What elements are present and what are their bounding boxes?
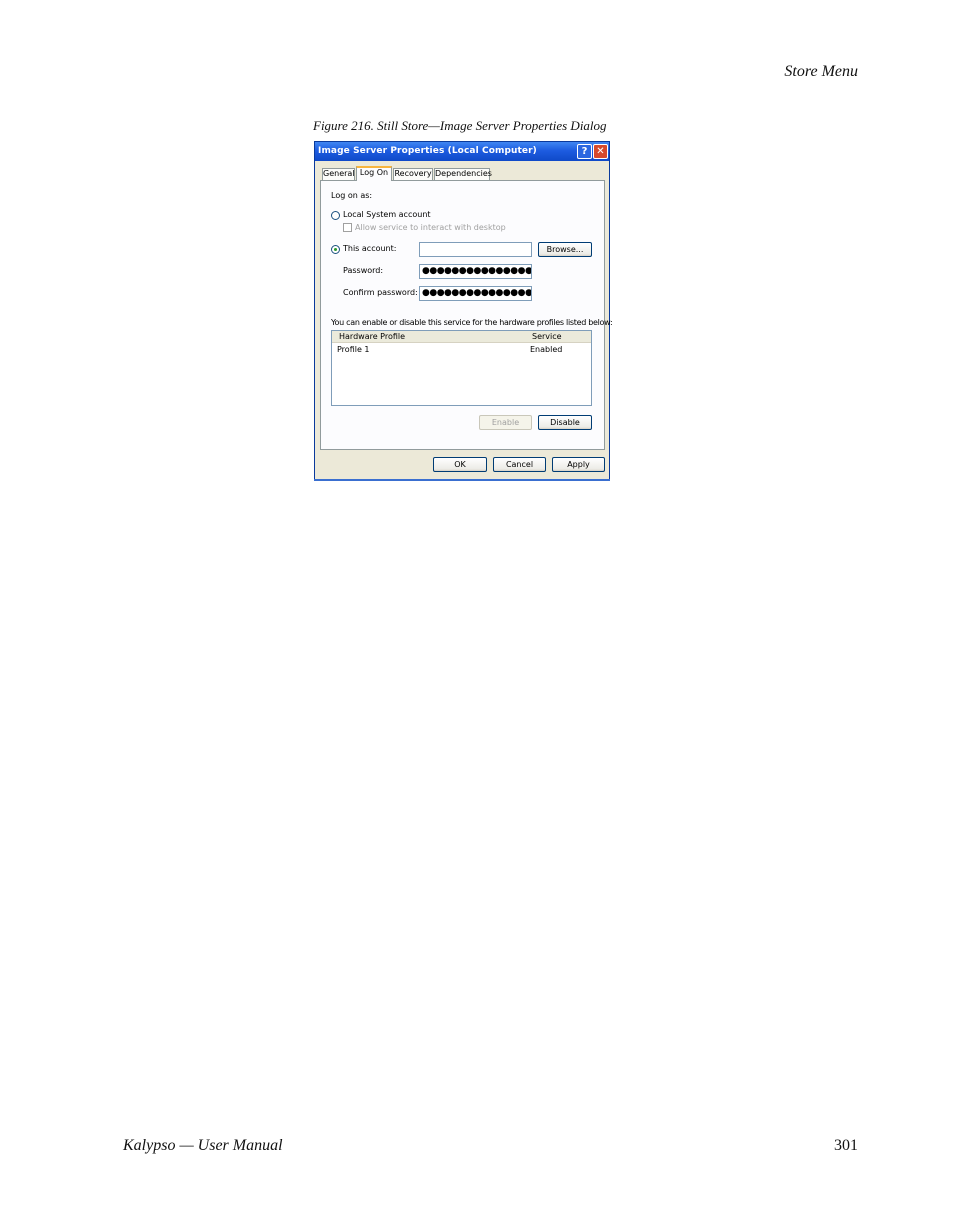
dialog-title: Image Server Properties (Local Computer) xyxy=(318,146,537,156)
profiles-note: You can enable or disable this service f… xyxy=(331,318,613,327)
apply-button[interactable]: Apply xyxy=(552,457,605,472)
footer-manual-title: Kalypso — User Manual xyxy=(123,1137,283,1154)
column-service[interactable]: Service xyxy=(532,332,562,341)
password-field[interactable]: ●●●●●●●●●●●●●●● xyxy=(419,264,532,279)
allow-interact-label: Allow service to interact with desktop xyxy=(355,223,506,232)
logon-as-label: Log on as: xyxy=(331,191,373,200)
column-hardware-profile[interactable]: Hardware Profile xyxy=(339,332,405,341)
profile-cell: Profile 1 xyxy=(337,345,370,354)
hardware-profiles-list[interactable]: Hardware Profile Service Profile 1 Enabl… xyxy=(331,330,592,406)
confirm-password-label: Confirm password: xyxy=(343,288,418,297)
section-header: Store Menu xyxy=(784,63,858,80)
cancel-button[interactable]: Cancel xyxy=(493,457,546,472)
local-system-label[interactable]: Local System account xyxy=(343,210,431,219)
this-account-radio[interactable] xyxy=(331,245,340,254)
list-header: Hardware Profile Service xyxy=(332,331,591,343)
help-button[interactable]: ? xyxy=(577,144,592,159)
tab-dependencies[interactable]: Dependencies xyxy=(434,168,492,180)
enable-button[interactable]: Enable xyxy=(479,415,532,430)
ok-button[interactable]: OK xyxy=(433,457,487,472)
browse-button[interactable]: Browse... xyxy=(538,242,592,257)
tab-recovery[interactable]: Recovery xyxy=(393,168,433,180)
this-account-label[interactable]: This account: xyxy=(343,244,396,253)
confirm-password-field[interactable]: ●●●●●●●●●●●●●●● xyxy=(419,286,532,301)
service-cell: Enabled xyxy=(530,345,563,354)
log-on-panel: Log on as: Local System account Allow se… xyxy=(320,180,613,450)
close-icon[interactable]: ✕ xyxy=(593,144,608,159)
figure-caption: Figure 216. Still Store—Image Server Pro… xyxy=(313,118,607,133)
password-label: Password: xyxy=(343,266,384,275)
allow-interact-checkbox[interactable] xyxy=(343,223,352,232)
local-system-radio[interactable] xyxy=(331,211,340,220)
tab-log-on[interactable]: Log On xyxy=(356,166,392,181)
this-account-input[interactable] xyxy=(419,242,532,257)
image-server-properties-dialog: Image Server Properties (Local Computer)… xyxy=(314,141,613,481)
table-row[interactable]: Profile 1 Enabled xyxy=(332,344,591,355)
dialog-title-bar[interactable]: Image Server Properties (Local Computer)… xyxy=(315,142,609,161)
tab-general[interactable]: General xyxy=(322,168,355,180)
page-number: 301 xyxy=(834,1137,858,1154)
disable-button[interactable]: Disable xyxy=(538,415,592,430)
